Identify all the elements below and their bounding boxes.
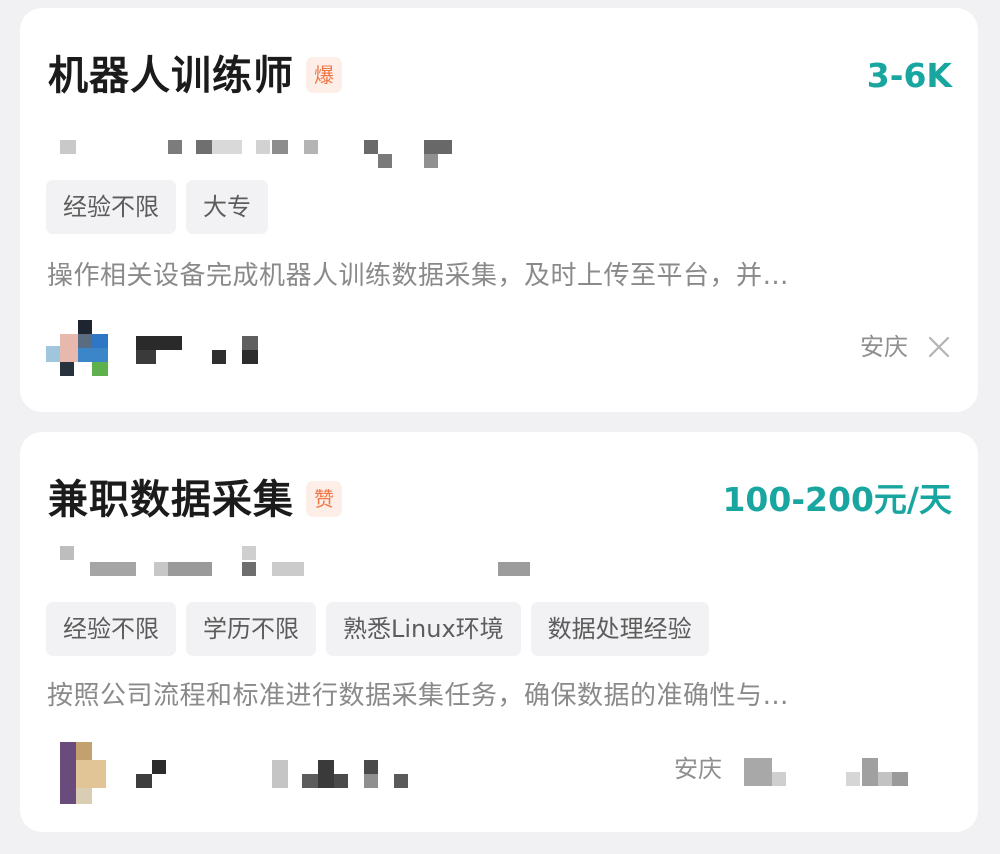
salary: 3-6K [866, 56, 952, 95]
tag-skill-linux: 熟悉Linux环境 [326, 602, 521, 656]
job-card[interactable]: 机器人训练师 爆 3-6K 经验不限 大专 操作相关设备完成机器人训练数据采集，… [20, 8, 978, 412]
tag-experience: 经验不限 [46, 180, 176, 234]
tag-list: 经验不限 学历不限 熟悉Linux环境 数据处理经验 [46, 602, 709, 656]
tag-skill-data: 数据处理经验 [530, 602, 709, 656]
tag-education: 学历不限 [186, 602, 316, 656]
praise-badge: 赞 [306, 481, 342, 517]
hot-badge: 爆 [306, 57, 342, 93]
tag-education: 大专 [186, 180, 268, 234]
avatar [46, 320, 108, 378]
avatar [46, 742, 108, 804]
close-icon[interactable] [928, 336, 950, 358]
job-description: 操作相关设备完成机器人训练数据采集，及时上传至平台，并… [47, 261, 790, 291]
location: 安庆 [674, 755, 722, 783]
job-description: 按照公司流程和标准进行数据采集任务，确保数据的准确性与… [47, 681, 790, 711]
job-title: 兼职数据采集 [48, 477, 294, 523]
location: 安庆 [860, 333, 908, 361]
job-title: 机器人训练师 [48, 53, 294, 99]
job-card[interactable]: 兼职数据采集 赞 100-200元/天 经验不限 学历不限 熟悉Linux环境 … [20, 432, 978, 832]
tag-list: 经验不限 大专 [46, 180, 268, 234]
salary: 100-200元/天 [722, 480, 952, 519]
tag-experience: 经验不限 [46, 602, 176, 656]
